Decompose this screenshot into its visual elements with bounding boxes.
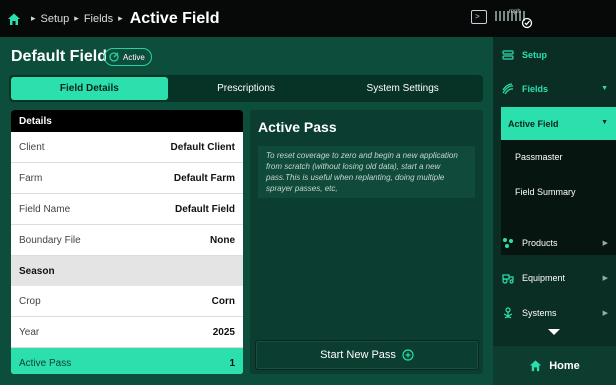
scroll-down-icon[interactable] bbox=[548, 329, 560, 335]
breadcrumb-setup[interactable]: Setup bbox=[41, 13, 70, 25]
panel-toggle-icon[interactable]: > bbox=[471, 10, 487, 24]
detail-row-farm[interactable]: Farm Default Farm bbox=[11, 163, 243, 194]
active-pass-note: To reset coverage to zero and begin a ne… bbox=[258, 146, 475, 198]
status-badge-label: Active bbox=[123, 52, 145, 62]
field-name-title: Default Field bbox=[11, 48, 108, 65]
breadcrumb-fields[interactable]: Fields bbox=[84, 13, 113, 25]
breadcrumb: ▸ Setup ▸ Fields ▸ Active Field bbox=[0, 0, 220, 37]
chevron-down-icon: ▼ bbox=[601, 119, 608, 126]
sidebar-item-fields[interactable]: Fields ▼ bbox=[493, 74, 616, 104]
detail-value: 1 bbox=[229, 358, 235, 369]
detail-row-active-pass[interactable]: Active Pass 1 bbox=[11, 348, 243, 374]
tractor-icon bbox=[502, 274, 514, 284]
plus-circle-icon bbox=[402, 349, 414, 361]
chevron-right-icon: ▸ bbox=[118, 13, 123, 23]
sidebar-item-label: Active Field bbox=[508, 118, 559, 129]
detail-row-field-name[interactable]: Field Name Default Field bbox=[11, 194, 243, 225]
home-icon bbox=[530, 360, 542, 372]
detail-key: Client bbox=[19, 141, 45, 153]
season-header: Season bbox=[11, 256, 243, 286]
chevron-right-icon: ▶ bbox=[602, 275, 608, 282]
details-header: Details bbox=[11, 110, 243, 132]
start-new-pass-label: Start New Pass bbox=[320, 349, 396, 361]
sidebar-item-products[interactable]: Products ▶ bbox=[493, 228, 616, 258]
field-icon bbox=[502, 83, 514, 95]
sidebar-item-passmaster[interactable]: Passmaster bbox=[515, 152, 563, 162]
products-icon bbox=[503, 238, 513, 248]
detail-value: Default Client bbox=[170, 141, 235, 153]
detail-row-year[interactable]: Year 2025 bbox=[11, 317, 243, 348]
chevron-down-icon: ▼ bbox=[601, 85, 608, 92]
detail-row-client[interactable]: Client Default Client bbox=[11, 132, 243, 163]
detail-value: Default Field bbox=[174, 203, 235, 215]
detail-key: Field Name bbox=[19, 203, 71, 215]
sidebar-item-field-summary[interactable]: Field Summary bbox=[515, 187, 576, 197]
tab-prescriptions[interactable]: Prescriptions bbox=[168, 77, 325, 100]
sidebar-item-active-field[interactable]: Active Field ▼ bbox=[501, 107, 616, 140]
detail-value: 2025 bbox=[212, 326, 235, 338]
gps-icon bbox=[521, 17, 533, 29]
sidebar-item-equipment[interactable]: Equipment ▶ bbox=[493, 263, 616, 293]
active-pass-card: Active Pass To reset coverage to zero an… bbox=[250, 110, 483, 374]
sidebar-item-label: Systems bbox=[522, 308, 557, 318]
start-new-pass-button[interactable]: Start New Pass bbox=[255, 340, 479, 370]
details-card: Details Client Default Client Farm Defau… bbox=[11, 110, 243, 374]
systems-icon bbox=[503, 307, 513, 319]
chevron-right-icon: ▶ bbox=[602, 310, 608, 317]
sidebar: Setup Fields ▼ Active Field ▼ Passmaster… bbox=[493, 37, 616, 385]
top-bar: ▸ Setup ▸ Fields ▸ Active Field > mph bbox=[0, 0, 616, 37]
sidebar-item-systems[interactable]: Systems ▶ bbox=[493, 298, 616, 328]
sidebar-item-label: Equipment bbox=[522, 273, 566, 283]
chevron-right-icon: ▶ bbox=[602, 240, 608, 247]
home-button-label: Home bbox=[549, 359, 580, 372]
detail-key: Year bbox=[19, 326, 40, 338]
tab-field-details[interactable]: Field Details bbox=[11, 77, 168, 100]
status-badge: Active bbox=[104, 48, 152, 66]
detail-key: Crop bbox=[19, 295, 41, 307]
page-title: Active Field bbox=[129, 9, 220, 27]
detail-row-boundary-file[interactable]: Boundary File None bbox=[11, 225, 243, 256]
detail-row-crop[interactable]: Crop Corn bbox=[11, 286, 243, 317]
home-icon[interactable] bbox=[7, 12, 21, 26]
detail-value: Default Farm bbox=[173, 172, 235, 184]
speed-unit: mph bbox=[509, 9, 521, 15]
target-icon bbox=[109, 52, 119, 62]
detail-value: None bbox=[210, 234, 235, 246]
tab-bar: Field Details Prescriptions System Setti… bbox=[9, 75, 483, 102]
sidebar-item-label: Products bbox=[522, 238, 558, 248]
home-button[interactable]: Home bbox=[493, 346, 616, 385]
chevron-right-icon: ▸ bbox=[31, 13, 36, 23]
sidebar-item-setup[interactable]: Setup bbox=[493, 40, 616, 70]
detail-key: Boundary File bbox=[19, 234, 81, 246]
detail-key: Farm bbox=[19, 172, 43, 184]
main-panel: Default Field Active Field Details Presc… bbox=[0, 37, 493, 385]
tab-system-settings[interactable]: System Settings bbox=[324, 77, 481, 100]
chevron-right-icon: ▸ bbox=[74, 13, 79, 23]
detail-key: Active Pass bbox=[19, 358, 72, 369]
detail-value: Corn bbox=[211, 295, 235, 307]
sidebar-item-label: Setup bbox=[522, 50, 548, 60]
active-pass-title: Active Pass bbox=[258, 119, 337, 135]
sliders-icon bbox=[502, 50, 514, 60]
sidebar-item-label: Fields bbox=[522, 84, 549, 94]
